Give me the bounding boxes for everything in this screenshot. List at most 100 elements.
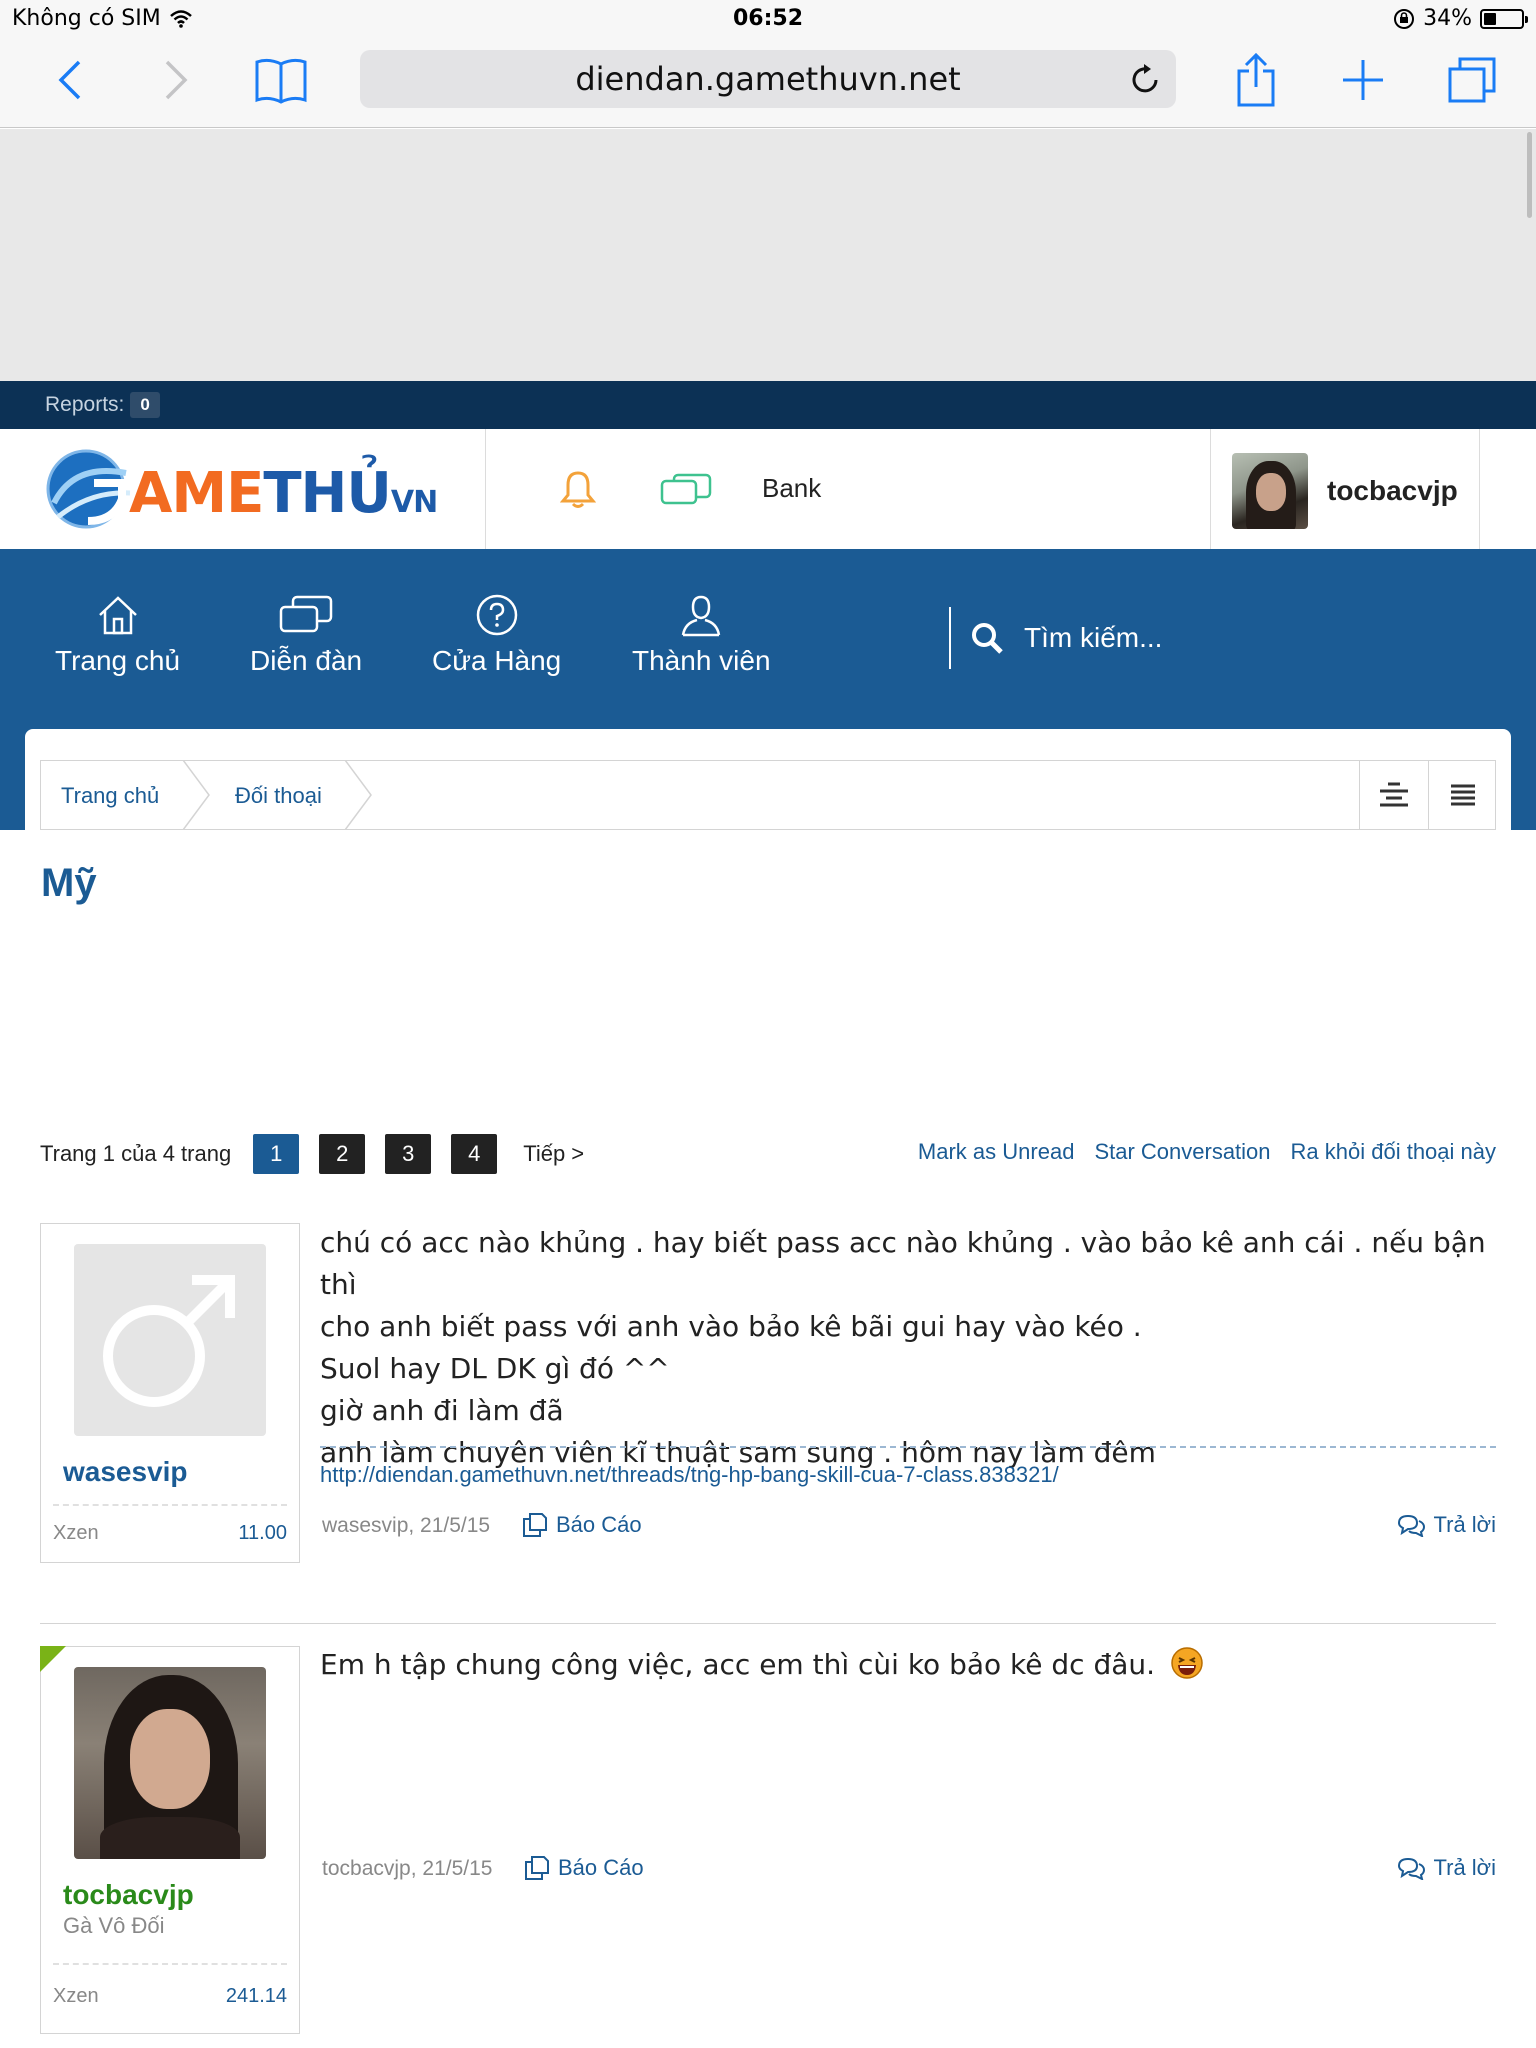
status-bar: Không có SIM 06:52 34% bbox=[0, 0, 1536, 40]
bookmarks-button[interactable] bbox=[252, 50, 310, 110]
message-body: chú có acc nào khủng . hay biết pass acc… bbox=[320, 1222, 1496, 1474]
nav-shop-label: Cửa Hàng bbox=[432, 645, 562, 676]
bank-link[interactable]: Bank bbox=[762, 473, 821, 504]
avatar-face bbox=[130, 1709, 210, 1809]
online-indicator bbox=[40, 1646, 66, 1672]
jump-menu-button[interactable] bbox=[1359, 761, 1427, 829]
nav-divider bbox=[949, 607, 951, 669]
header-divider bbox=[1479, 429, 1480, 549]
user-avatar[interactable] bbox=[74, 1244, 266, 1436]
currency-label: Xzen bbox=[53, 1985, 99, 2007]
nav-shop[interactable]: Cửa Hàng bbox=[432, 593, 561, 677]
breadcrumb: Trang chủ Đối thoại bbox=[40, 760, 1496, 830]
user-icon bbox=[682, 595, 721, 637]
message-user-info: wasesvip Xzen 11.00 bbox=[40, 1223, 300, 1563]
message-line: Em h tập chung công việc, acc em thì cùi… bbox=[320, 1648, 1156, 1681]
conversation-title: Mỹ bbox=[41, 861, 97, 905]
account-username[interactable]: tocbacvjp bbox=[1327, 475, 1458, 507]
search-box[interactable]: Tìm kiếm... bbox=[970, 621, 1162, 655]
home-icon bbox=[98, 596, 137, 635]
logo-globe-icon bbox=[46, 449, 131, 529]
book-icon bbox=[255, 58, 307, 104]
report-icon bbox=[523, 1513, 547, 1537]
page-link-2[interactable]: 2 bbox=[319, 1134, 366, 1174]
site-header: AMETHỦVN Bank tocbacvjp bbox=[0, 429, 1536, 549]
alerts-button[interactable] bbox=[559, 469, 597, 514]
back-button[interactable] bbox=[50, 50, 90, 110]
battery-percent: 34% bbox=[1423, 6, 1472, 31]
report-button[interactable]: Báo Cáo bbox=[524, 1855, 644, 1881]
message-line: chú có acc nào khủng . hay biết pass acc… bbox=[320, 1226, 1486, 1301]
report-label: Báo Cáo bbox=[558, 1855, 644, 1880]
page-link-4[interactable]: 4 bbox=[451, 1134, 498, 1174]
avatar-face bbox=[1256, 473, 1286, 511]
search-icon bbox=[972, 623, 1003, 654]
reply-label: Trả lời bbox=[1433, 1512, 1497, 1537]
chevron-left-icon bbox=[58, 60, 81, 100]
clock: 06:52 bbox=[732, 6, 804, 31]
message-line: giờ anh đi làm đã bbox=[320, 1394, 564, 1427]
reports-link[interactable]: Reports: 0 bbox=[45, 392, 160, 418]
message-meta: tocbacvjp, 21/5/15 bbox=[322, 1857, 493, 1880]
chevron-right-icon bbox=[165, 60, 188, 100]
search-placeholder: Tìm kiếm... bbox=[1024, 622, 1163, 653]
message-line: Suol hay DL DK gì đó ^^ bbox=[320, 1352, 670, 1385]
reply-button[interactable]: Trả lời bbox=[1396, 1512, 1497, 1538]
scroll-indicator[interactable] bbox=[1527, 132, 1532, 218]
nav-home-label: Trang chủ bbox=[55, 645, 181, 676]
header-divider bbox=[485, 429, 486, 549]
message-line: cho anh biết pass với anh vào bảo kê bãi… bbox=[320, 1310, 1142, 1343]
address-bar[interactable]: diendan.gamethuvn.net bbox=[360, 50, 1176, 108]
user-stats: Xzen 241.14 bbox=[53, 1963, 287, 2029]
tabs-button[interactable] bbox=[1444, 50, 1500, 110]
laughing-emoji-icon bbox=[1171, 1647, 1203, 1679]
nav-members[interactable]: Thành viên bbox=[632, 593, 771, 677]
page-link-3[interactable]: 3 bbox=[385, 1134, 432, 1174]
reload-button[interactable] bbox=[1130, 62, 1162, 104]
browser-toolbar: diendan.gamethuvn.net bbox=[0, 40, 1536, 128]
conversations-button[interactable] bbox=[660, 473, 712, 512]
report-button[interactable]: Báo Cáo bbox=[522, 1512, 642, 1538]
share-button[interactable] bbox=[1232, 50, 1280, 110]
reply-bubbles-icon bbox=[1397, 1514, 1425, 1537]
report-label: Báo Cáo bbox=[556, 1512, 642, 1537]
moderator-bar: Reports: 0 bbox=[0, 381, 1536, 429]
list-icon bbox=[1450, 784, 1475, 806]
next-page-link[interactable]: Tiếp > bbox=[523, 1141, 584, 1167]
report-icon bbox=[525, 1856, 549, 1880]
currency-label: Xzen bbox=[53, 1522, 99, 1544]
user-avatar[interactable] bbox=[1232, 453, 1308, 529]
nav-home[interactable]: Trang chủ bbox=[55, 593, 180, 677]
new-tab-button[interactable] bbox=[1338, 50, 1388, 110]
signature-link[interactable]: http://diendan.gamethuvn.net/threads/tng… bbox=[320, 1462, 1059, 1488]
message-author[interactable]: wasesvip bbox=[63, 1456, 188, 1488]
menu-button[interactable] bbox=[1428, 761, 1496, 829]
site-logo[interactable]: AMETHỦVN bbox=[44, 439, 438, 539]
breadcrumb-conversations[interactable]: Đối thoại bbox=[235, 783, 322, 809]
star-conversation-link[interactable]: Star Conversation bbox=[1094, 1139, 1270, 1165]
currency-value: 241.14 bbox=[225, 1985, 287, 2007]
mark-unread-link[interactable]: Mark as Unread bbox=[918, 1139, 1075, 1165]
help-circle-icon bbox=[476, 594, 517, 636]
battery-fill bbox=[1484, 12, 1496, 25]
page: Không có SIM 06:52 34% diendan.gamethuvn… bbox=[0, 0, 1536, 2048]
message-author[interactable]: tocbacvjp bbox=[63, 1879, 194, 1911]
message-meta: wasesvip, 21/5/15 bbox=[322, 1514, 491, 1537]
page-link-1[interactable]: 1 bbox=[253, 1134, 300, 1174]
chat-bubbles-icon bbox=[279, 595, 333, 633]
breadcrumb-arrow bbox=[182, 760, 210, 830]
breadcrumb-home[interactable]: Trang chủ bbox=[61, 783, 159, 809]
message-divider bbox=[40, 1623, 1496, 1624]
header-divider bbox=[1210, 429, 1211, 549]
pagination: Trang 1 của 4 trang 1 2 3 4 Tiếp > bbox=[40, 1134, 584, 1174]
forward-button[interactable] bbox=[156, 50, 196, 110]
reply-button[interactable]: Trả lời bbox=[1396, 1855, 1496, 1881]
leave-conversation-link[interactable]: Ra khỏi đối thoại này bbox=[1291, 1139, 1496, 1165]
plus-icon bbox=[1343, 60, 1383, 100]
user-avatar[interactable] bbox=[74, 1667, 266, 1859]
conversation-actions: Mark as Unread Star Conversation Ra khỏi… bbox=[918, 1139, 1496, 1165]
reload-icon bbox=[1132, 64, 1158, 93]
nav-forums[interactable]: Diễn đàn bbox=[250, 593, 362, 677]
bell-icon bbox=[559, 471, 597, 508]
rotation-lock-icon bbox=[1394, 8, 1415, 29]
